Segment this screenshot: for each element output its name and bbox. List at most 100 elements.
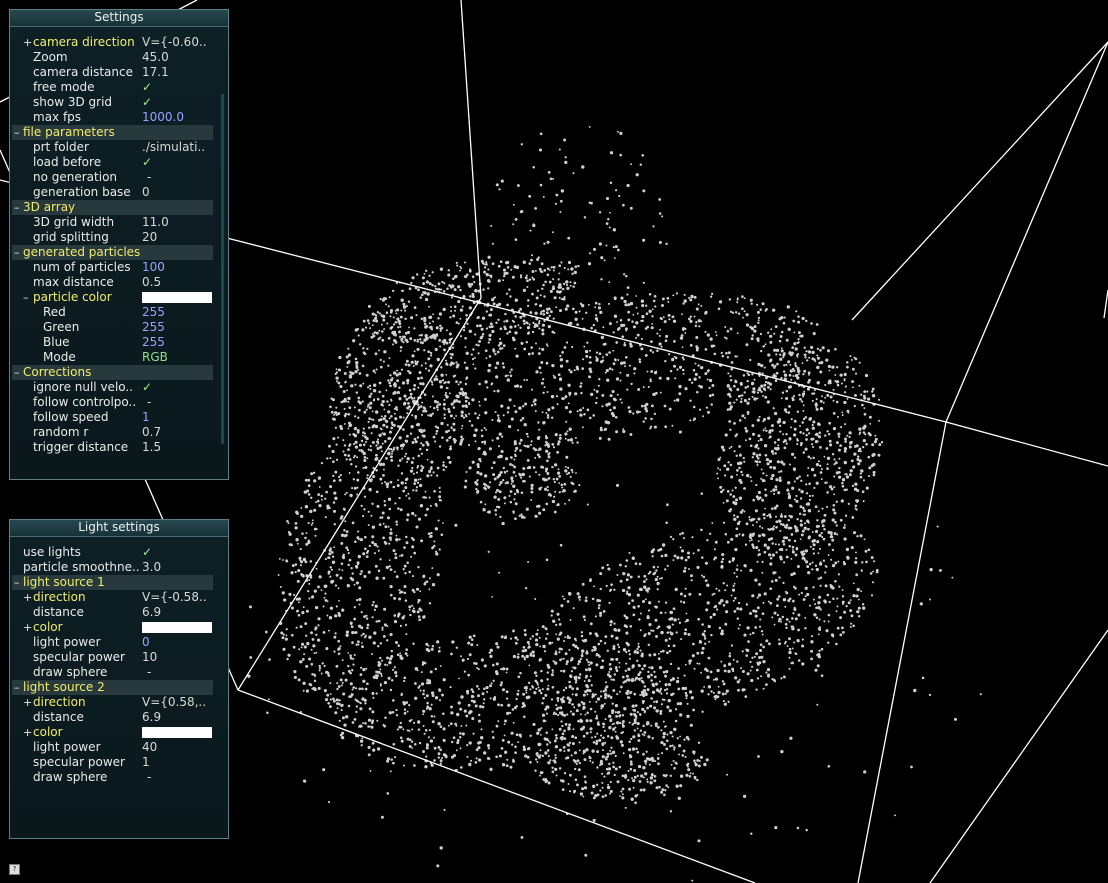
particle xyxy=(380,659,384,662)
particle xyxy=(357,334,360,337)
particle xyxy=(676,676,680,680)
particle xyxy=(767,331,770,334)
particle xyxy=(337,613,342,617)
particle xyxy=(732,599,735,602)
particle xyxy=(760,477,763,480)
particle xyxy=(351,688,354,691)
particle xyxy=(349,493,353,498)
particle xyxy=(551,499,556,504)
particle xyxy=(762,645,765,649)
particle xyxy=(574,436,577,439)
particle xyxy=(752,387,756,391)
particle xyxy=(455,749,458,752)
particle xyxy=(604,688,608,692)
particle xyxy=(794,362,797,365)
particle xyxy=(783,439,787,443)
particle xyxy=(598,738,602,742)
particle xyxy=(322,605,325,608)
particle xyxy=(584,349,589,354)
particle xyxy=(546,743,549,746)
particle xyxy=(638,780,642,783)
particle xyxy=(393,596,397,600)
particle xyxy=(485,272,489,277)
particle xyxy=(656,581,660,586)
particle xyxy=(468,653,472,657)
particle xyxy=(567,744,571,747)
particle xyxy=(806,474,809,477)
particle xyxy=(341,608,345,612)
particle xyxy=(791,661,794,665)
particle xyxy=(858,427,862,431)
particle xyxy=(661,543,666,547)
particle xyxy=(582,734,586,738)
particle xyxy=(416,347,420,351)
particle xyxy=(428,315,433,319)
particle xyxy=(693,667,696,670)
particle xyxy=(530,490,534,494)
particle xyxy=(485,357,488,360)
particle xyxy=(341,736,345,740)
particle xyxy=(382,474,385,477)
particle xyxy=(770,449,774,454)
particle xyxy=(408,745,412,748)
particle xyxy=(613,773,616,777)
particle xyxy=(519,671,522,675)
particle xyxy=(779,557,783,561)
particle xyxy=(316,499,320,503)
particle xyxy=(741,307,744,311)
particle xyxy=(854,372,858,375)
particle xyxy=(510,482,513,485)
particle xyxy=(782,433,785,436)
particle xyxy=(610,634,614,638)
particle xyxy=(870,594,874,597)
particle xyxy=(327,701,331,705)
particle xyxy=(509,325,513,329)
particle xyxy=(675,679,680,684)
particle xyxy=(758,582,761,586)
particle xyxy=(450,402,454,406)
particle xyxy=(730,537,734,541)
particle xyxy=(551,673,554,676)
particle xyxy=(743,310,746,313)
particle xyxy=(653,294,657,298)
particle xyxy=(501,362,505,365)
particle xyxy=(731,489,734,492)
particle xyxy=(604,696,607,700)
particle xyxy=(378,349,381,352)
particle xyxy=(822,559,826,562)
particle xyxy=(782,462,786,466)
particle xyxy=(512,759,515,763)
particle xyxy=(738,419,742,422)
particle xyxy=(592,741,596,744)
particle xyxy=(652,565,656,569)
particle xyxy=(417,478,420,481)
particle xyxy=(560,358,564,361)
particle xyxy=(632,735,636,739)
particle xyxy=(433,540,436,543)
particle xyxy=(575,709,579,713)
particle xyxy=(366,457,369,460)
particle xyxy=(348,374,352,378)
particle xyxy=(571,742,575,746)
particle xyxy=(497,445,501,448)
particle xyxy=(733,517,737,521)
particle xyxy=(299,660,303,664)
particle xyxy=(459,392,462,396)
particle xyxy=(404,309,407,312)
particle xyxy=(359,384,363,388)
particle xyxy=(656,627,659,630)
particle xyxy=(506,266,510,269)
particle xyxy=(463,361,467,364)
particle xyxy=(595,716,599,720)
particle xyxy=(500,667,503,671)
particle xyxy=(656,588,659,591)
particle xyxy=(544,487,548,491)
particle xyxy=(693,752,696,755)
particle xyxy=(483,474,488,478)
particle xyxy=(714,677,719,681)
particle xyxy=(313,652,316,655)
particle xyxy=(860,569,863,572)
particle xyxy=(545,411,548,415)
particle xyxy=(805,433,808,437)
particle xyxy=(753,518,756,521)
